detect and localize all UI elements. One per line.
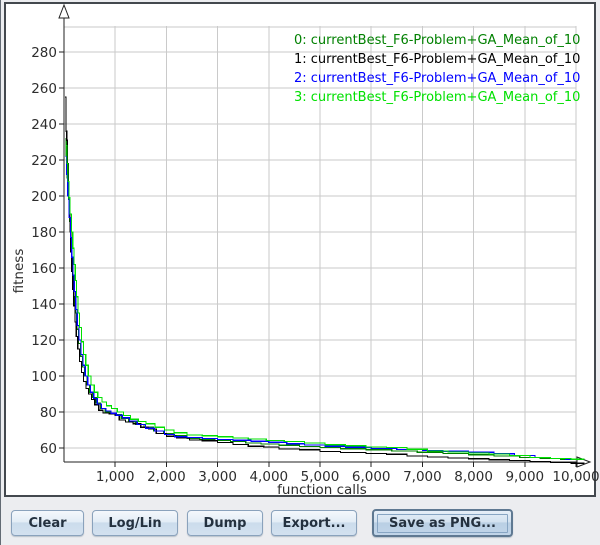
loglin-button[interactable]: Log/Lin bbox=[92, 510, 178, 536]
y-tick-label: 100 bbox=[31, 369, 57, 385]
y-tick-label: 280 bbox=[31, 45, 57, 61]
x-tick-label: 7,000 bbox=[403, 469, 442, 485]
plot-window: 60 80 100 120 140 160 180 200 220 240 260 280 1,000 2… bbox=[0, 0, 600, 545]
legend-entry-2: 2: currentBest_F6-Problem+GA_Mean_of_10 bbox=[294, 71, 580, 86]
x-axis-arrow-icon bbox=[577, 457, 590, 467]
y-axis-arrow-icon bbox=[59, 5, 69, 18]
y-tick-label: 120 bbox=[31, 333, 57, 349]
y-tick-label: 240 bbox=[31, 117, 57, 133]
y-tick-label: 140 bbox=[31, 297, 57, 313]
x-tick-label: 9,000 bbox=[505, 469, 544, 485]
save-png-button[interactable]: Save as PNG... bbox=[372, 509, 513, 537]
button-bar: Clear Log/Lin Dump Export... Save as PNG… bbox=[1, 497, 600, 545]
y-axis-title: fitness bbox=[11, 249, 27, 294]
y-tick-label: 180 bbox=[31, 225, 57, 241]
x-tick-label: 3,000 bbox=[198, 469, 237, 485]
y-tick-label: 260 bbox=[31, 81, 57, 97]
x-axis-title: function calls bbox=[277, 482, 367, 498]
x-tick-label: 10,000 bbox=[552, 469, 599, 485]
x-tick-label: 1,000 bbox=[96, 469, 135, 485]
y-tick-label: 200 bbox=[31, 189, 57, 205]
y-tick-label: 80 bbox=[40, 405, 57, 421]
series-line-2 bbox=[65, 156, 583, 459]
legend-entry-0: 0: currentBest_F6-Problem+GA_Mean_of_10 bbox=[294, 33, 580, 48]
fitness-chart: 60 80 100 120 140 160 180 200 220 240 260 280 1,000 2… bbox=[1, 0, 600, 545]
x-tick-label: 8,000 bbox=[454, 469, 493, 485]
y-tick-label: 220 bbox=[31, 153, 57, 169]
series-line-1 bbox=[65, 97, 584, 464]
y-tick-label: 160 bbox=[31, 261, 57, 277]
clear-button[interactable]: Clear bbox=[11, 510, 84, 536]
dump-button[interactable]: Dump bbox=[187, 510, 263, 536]
y-tick-label: 60 bbox=[40, 441, 57, 457]
x-tick-label: 2,000 bbox=[147, 469, 186, 485]
legend-entry-1: 1: currentBest_F6-Problem+GA_Mean_of_10 bbox=[294, 52, 580, 67]
export-button[interactable]: Export... bbox=[271, 510, 357, 536]
legend-entry-3: 3: currentBest_F6-Problem+GA_Mean_of_10 bbox=[294, 90, 580, 105]
